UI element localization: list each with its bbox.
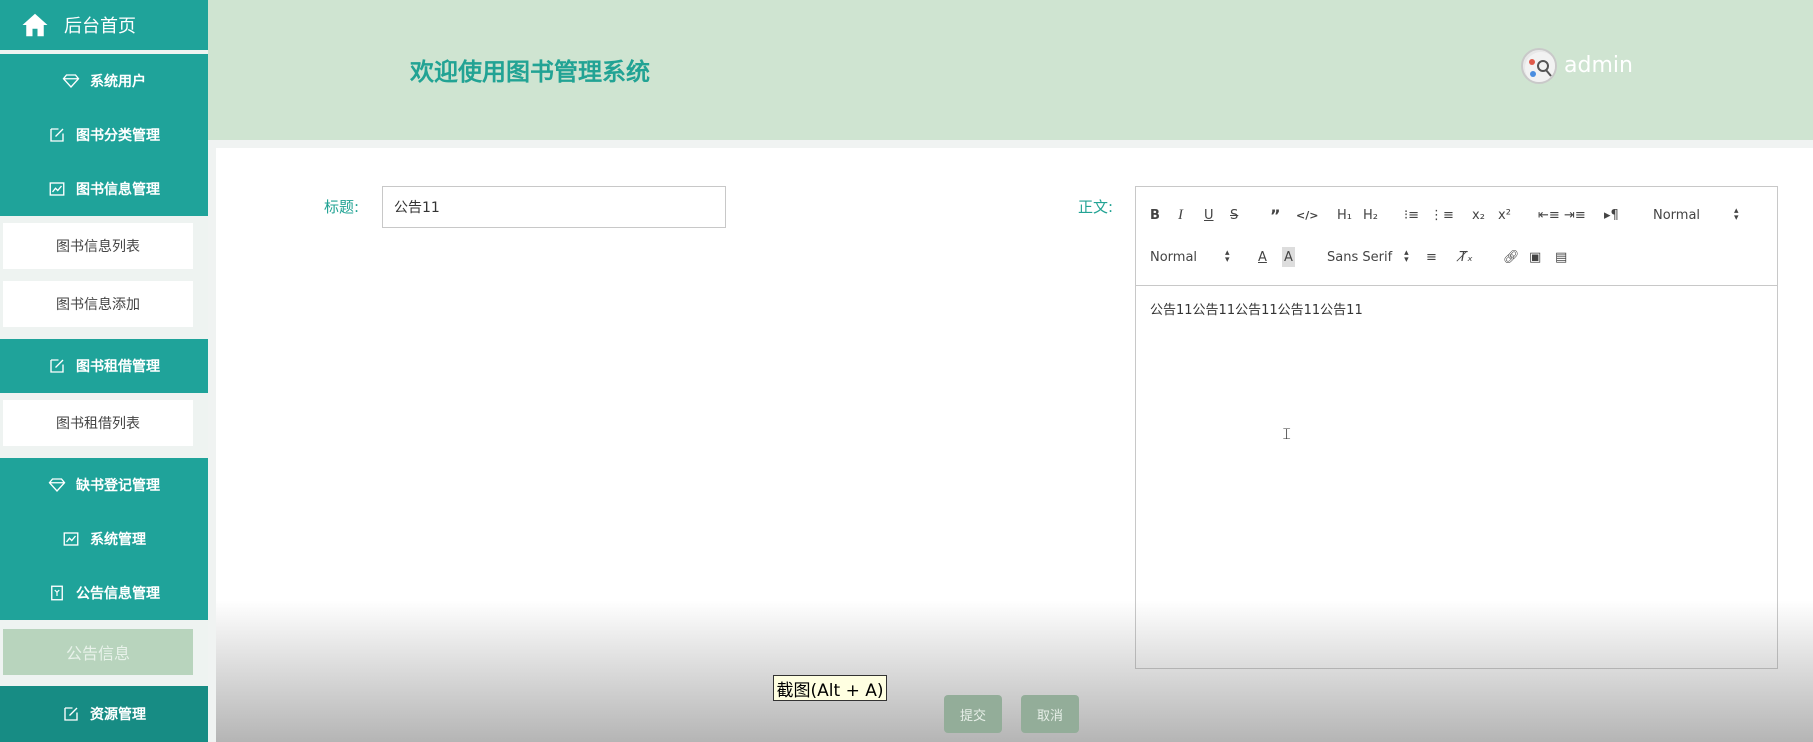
size-select[interactable]: Normal ▴ ▾	[1150, 247, 1230, 267]
link-icon[interactable]: 🔗︎	[1503, 247, 1520, 267]
sidebar-subitem-label: 图书信息添加	[56, 297, 140, 313]
sidebar-item-label: 系统用户	[90, 74, 146, 90]
sidebar-item-label: 图书租借管理	[76, 359, 160, 375]
text-cursor-icon: 𝙸	[1281, 424, 1293, 443]
sidebar-subitem-label: 图书信息列表	[56, 239, 140, 255]
submit-button[interactable]: 提交	[944, 695, 1002, 733]
title-input[interactable]: 公告11	[382, 186, 726, 228]
sidebar-subitem-rental-list[interactable]: 图书租借列表	[3, 400, 193, 446]
body-label: 正文:	[1078, 198, 1114, 216]
image-icon[interactable]: ▣	[1529, 247, 1541, 267]
strike-icon[interactable]: S	[1230, 205, 1238, 225]
chart-icon	[49, 182, 65, 196]
edit-icon	[50, 359, 64, 373]
superscript-icon[interactable]: x²	[1498, 205, 1511, 225]
rich-text-editor: B I U S ” </> H₁ H₂ ⁝≡ ⋮≡ x₂ x² ⇤≡ ⇥≡ ▸¶…	[1135, 186, 1778, 669]
header: 欢迎使用图书管理系统 admin	[208, 0, 1813, 140]
sidebar-item-label: 图书信息管理	[76, 182, 160, 198]
sidebar: 后台首页 系统用户 图书分类管理 图书信息管理 图书信息列表 图书信息添加 图书…	[0, 0, 208, 742]
font-select-value: Sans Serif	[1327, 249, 1393, 265]
editor-content[interactable]: 公告11公告11公告11公告11公告11	[1150, 299, 1363, 318]
sidebar-item-book-category[interactable]: 图书分类管理	[0, 108, 208, 162]
editor-toolbar: B I U S ” </> H₁ H₂ ⁝≡ ⋮≡ x₂ x² ⇤≡ ⇥≡ ▸¶…	[1136, 187, 1777, 286]
bookmark-icon	[51, 585, 63, 601]
ordered-list-icon[interactable]: ⁝≡	[1404, 205, 1419, 225]
cancel-button[interactable]: 取消	[1021, 695, 1079, 733]
sidebar-item-book-rental[interactable]: 图书租借管理	[0, 339, 208, 393]
sidebar-item-book-info[interactable]: 图书信息管理	[0, 162, 208, 216]
main-content: 标题: 公告11 正文: B I U S ” </> H₁ H₂ ⁝≡ ⋮≡ x…	[216, 148, 1813, 742]
username[interactable]: admin	[1564, 53, 1633, 78]
clear-format-icon[interactable]: T̸ₓ	[1459, 247, 1473, 267]
chart-icon	[63, 532, 79, 546]
avatar[interactable]	[1521, 48, 1557, 84]
sidebar-subitem-notice[interactable]: 公告信息	[3, 629, 193, 675]
select-arrow-icon: ▴ ▾	[1734, 206, 1739, 223]
sidebar-subitem-book-add[interactable]: 图书信息添加	[3, 281, 193, 327]
video-icon[interactable]: ▤	[1555, 247, 1567, 267]
sidebar-item-label: 系统管理	[90, 532, 146, 548]
edit-icon	[64, 707, 78, 721]
sidebar-item-system-manage[interactable]: 系统管理	[0, 512, 208, 566]
avatar-image-icon	[1525, 52, 1555, 82]
sidebar-item-label: 公告信息管理	[76, 586, 160, 602]
header-select[interactable]: Normal ▴ ▾	[1653, 205, 1739, 225]
sidebar-home[interactable]: 后台首页	[0, 0, 208, 50]
diamond-icon	[48, 478, 66, 493]
subscript-icon[interactable]: x₂	[1472, 205, 1485, 225]
underline-icon[interactable]: U	[1204, 205, 1214, 225]
select-arrow-icon: ▴ ▾	[1404, 248, 1409, 265]
sidebar-subitem-label: 公告信息	[65, 644, 130, 663]
code-icon[interactable]: </>	[1296, 205, 1318, 225]
sidebar-subitem-label: 图书租借列表	[56, 416, 140, 432]
title-label: 标题:	[324, 198, 360, 216]
screenshot-tooltip: 截图(Alt + A)	[773, 675, 887, 701]
text-color-icon[interactable]: A	[1258, 247, 1267, 267]
font-select[interactable]: Sans Serif ▴ ▾	[1327, 247, 1409, 267]
size-select-value: Normal	[1150, 249, 1198, 265]
bold-icon[interactable]: B	[1150, 205, 1160, 225]
page-title: 欢迎使用图书管理系统	[410, 58, 650, 86]
sidebar-item-missing-books[interactable]: 缺书登记管理	[0, 458, 208, 512]
title-input-value: 公告11	[394, 200, 440, 216]
sidebar-home-label: 后台首页	[64, 16, 136, 37]
align-icon[interactable]: ≡	[1426, 247, 1437, 267]
rtl-icon[interactable]: ▸¶	[1604, 205, 1619, 225]
indent-icon[interactable]: ⇥≡	[1564, 205, 1586, 225]
sidebar-item-label: 资源管理	[90, 707, 146, 723]
sidebar-item-notice-manage[interactable]: 公告信息管理	[0, 566, 208, 620]
bullet-list-icon[interactable]: ⋮≡	[1430, 205, 1454, 225]
sidebar-item-label: 图书分类管理	[76, 128, 160, 144]
italic-icon[interactable]: I	[1178, 205, 1183, 225]
diamond-icon	[62, 74, 80, 89]
edit-icon	[50, 128, 64, 142]
h1-icon[interactable]: H₁	[1337, 205, 1352, 225]
home-icon	[22, 13, 48, 37]
header-select-value: Normal	[1653, 207, 1701, 223]
h2-icon[interactable]: H₂	[1363, 205, 1378, 225]
outdent-icon[interactable]: ⇤≡	[1538, 205, 1560, 225]
sidebar-subitem-book-list[interactable]: 图书信息列表	[3, 223, 193, 269]
blockquote-icon[interactable]: ”	[1270, 205, 1281, 225]
sidebar-item-system-users[interactable]: 系统用户	[0, 54, 208, 108]
select-arrow-icon: ▴ ▾	[1225, 248, 1230, 265]
sidebar-item-resources[interactable]: 资源管理	[0, 686, 208, 742]
background-color-icon[interactable]: A	[1282, 247, 1295, 267]
sidebar-item-label: 缺书登记管理	[76, 478, 160, 494]
